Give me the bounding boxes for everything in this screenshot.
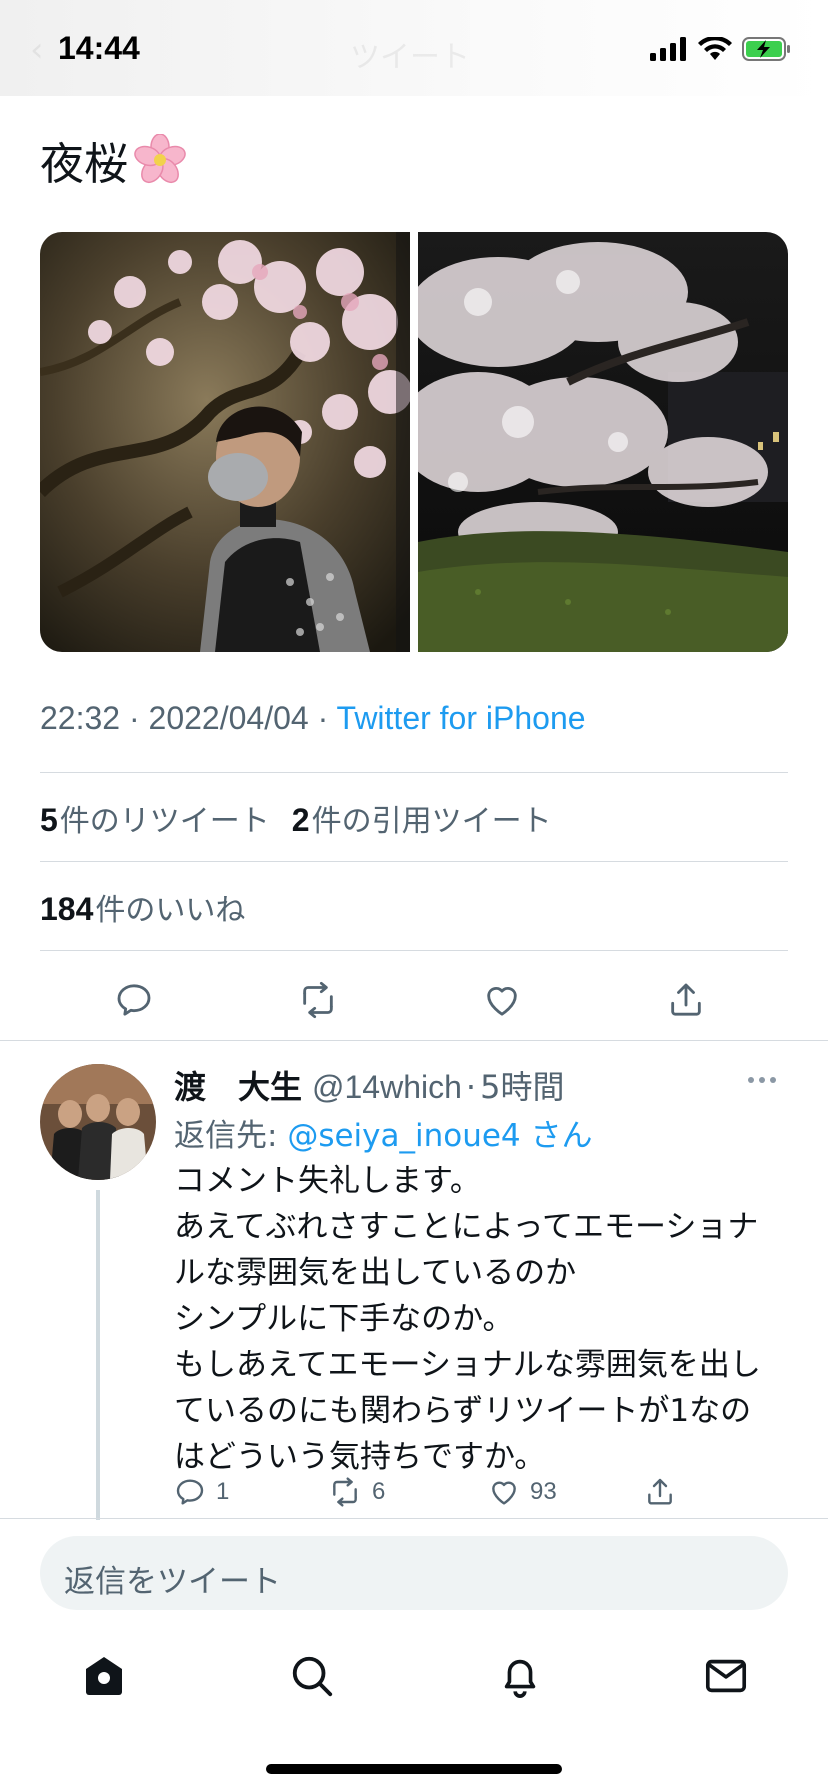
- reply-share-button[interactable]: [644, 1476, 676, 1508]
- reply-time: 5時間: [480, 1068, 565, 1106]
- reply-author-name[interactable]: 渡 大生: [174, 1062, 302, 1108]
- status-bar: ‹ 14:44 ツイート: [0, 0, 828, 96]
- quote-label[interactable]: 件の引用ツイート: [312, 796, 552, 840]
- like-stats-row: 184 件のいいね: [40, 885, 267, 929]
- retweet-stats-row: 5 件のリツイート 2 件の引用ツイート: [40, 796, 574, 840]
- retweet-count[interactable]: 5: [40, 802, 58, 839]
- messages-icon[interactable]: [698, 1648, 754, 1704]
- share-icon: [648, 1478, 672, 1505]
- replying-to: 返信先: @seiya_inoue4 さん: [174, 1110, 593, 1155]
- status-icons: [650, 36, 792, 62]
- separator-dot: ·: [465, 1068, 477, 1106]
- reply-text: コメント失礼します。 あえてぶれさすことによってエモーショナ ルな雰囲気を出して…: [174, 1158, 784, 1480]
- avatar[interactable]: [40, 1064, 156, 1180]
- quote-count[interactable]: 2: [292, 802, 310, 839]
- retweet-icon: [333, 1477, 357, 1507]
- reply-text-line: ているのにも関わらずリツイートが1なの: [174, 1393, 752, 1429]
- home-indicator: [266, 1764, 562, 1774]
- back-arrow-icon[interactable]: ‹: [30, 30, 44, 70]
- divider: [0, 1040, 828, 1041]
- like-icon: [492, 1481, 516, 1505]
- tweet-source-link[interactable]: Twitter for iPhone: [337, 700, 586, 736]
- retweet-label[interactable]: 件のリツイート: [60, 796, 270, 840]
- reply-compose-input[interactable]: 返信をツイート: [40, 1536, 788, 1610]
- tweet-meta: 22:32 · 2022/04/04 · Twitter for iPhone: [40, 700, 586, 737]
- reply-text-line: あえてぶれさすことによってエモーショナ: [174, 1209, 759, 1245]
- notifications-icon[interactable]: [492, 1648, 548, 1704]
- reply-icon: [176, 1479, 204, 1505]
- more-options-icon[interactable]: [748, 1070, 788, 1090]
- reply-text-line: コメント失礼します。: [174, 1163, 481, 1199]
- home-icon[interactable]: [76, 1648, 132, 1704]
- thread-line: [96, 1190, 100, 1520]
- cherry-blossom-icon: [134, 134, 186, 184]
- reply-text-line: はどういう気持ちですか。: [174, 1439, 546, 1475]
- reply-text-line: シンプルに下手なのか。: [174, 1301, 514, 1337]
- reply-action-bar: 1 6 93: [174, 1476, 734, 1516]
- battery-charging-icon: [742, 37, 790, 61]
- reply-retweet-count: 6: [372, 1478, 386, 1505]
- compose-placeholder: 返信をツイート: [64, 1564, 281, 1600]
- faded-header-title: ツイート: [350, 40, 470, 75]
- reply-author-handle[interactable]: @14which: [312, 1069, 462, 1106]
- divider: [0, 1518, 828, 1519]
- divider: [40, 861, 788, 862]
- reply-reply-count: 1: [216, 1478, 230, 1505]
- tweet-media: [40, 232, 788, 652]
- divider: [40, 772, 788, 773]
- cellular-signal-icon: [650, 37, 686, 61]
- reply-like-button[interactable]: 93: [488, 1476, 557, 1508]
- share-icon[interactable]: [664, 978, 708, 1022]
- divider: [40, 950, 788, 951]
- reply-to-mention[interactable]: @seiya_inoue4 さん: [287, 1118, 592, 1154]
- reply-to-prefix: 返信先:: [174, 1118, 288, 1154]
- bottom-nav: [0, 1636, 828, 1726]
- like-icon[interactable]: [480, 978, 524, 1022]
- reply-text-line: もしあえてエモーショナルな雰囲気を出し: [174, 1347, 761, 1383]
- tweet-text-content: 夜桜: [40, 139, 128, 190]
- reply-header: 渡 大生 @14which · 5時間: [174, 1062, 564, 1108]
- reply-icon[interactable]: [112, 978, 156, 1022]
- search-icon[interactable]: [284, 1648, 340, 1704]
- reply-like-count: 93: [530, 1478, 557, 1505]
- night-cherry-blossom-tree-photo[interactable]: [418, 232, 788, 652]
- tweet-text: 夜桜: [40, 128, 186, 192]
- like-label[interactable]: 件のいいね: [95, 885, 245, 929]
- status-time: 14:44: [58, 30, 140, 66]
- tweet-timestamp: 22:32 · 2022/04/04 ·: [40, 700, 337, 736]
- reply-reply-button[interactable]: 1: [174, 1476, 229, 1508]
- reply-retweet-button[interactable]: 6: [328, 1476, 385, 1508]
- reply-text-line: ルな雰囲気を出しているのか: [174, 1255, 577, 1291]
- like-count[interactable]: 184: [40, 891, 93, 928]
- wifi-icon: [698, 37, 732, 60]
- retweet-icon[interactable]: [296, 978, 340, 1022]
- man-under-cherry-blossoms-photo[interactable]: [40, 232, 410, 652]
- tweet-action-bar: [40, 968, 788, 1028]
